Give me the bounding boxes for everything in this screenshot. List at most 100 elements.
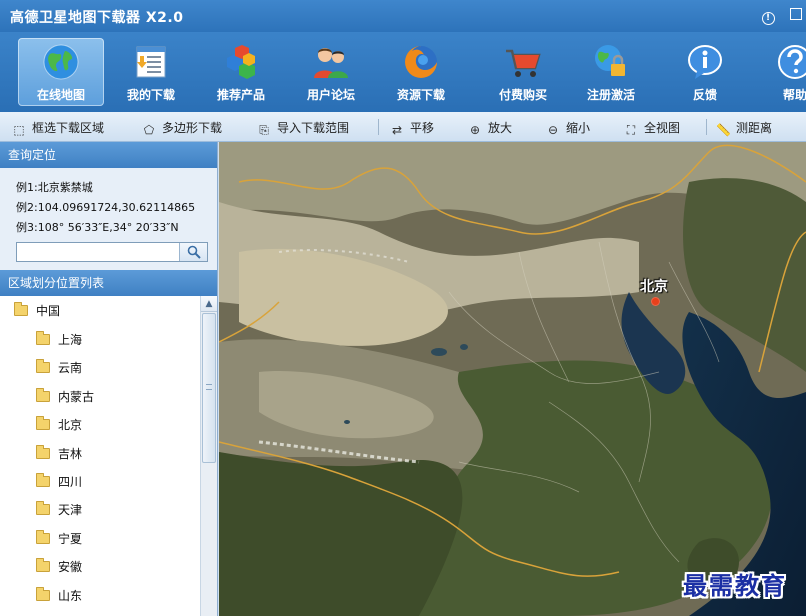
tool-label: 多边形下载 — [162, 121, 223, 135]
tree-node[interactable]: 上海 — [36, 329, 82, 351]
nav-recommended[interactable]: 推荐产品 — [198, 38, 284, 106]
tree-label: 天津 — [58, 503, 83, 517]
ruler-icon: 📏 — [716, 123, 731, 137]
query-header: 查询定位 — [0, 142, 217, 168]
nav-label: 帮助 — [782, 88, 806, 102]
users-icon — [314, 48, 348, 78]
zoom-in-icon: ⊕ — [469, 123, 481, 137]
nav-help[interactable]: 帮助 — [752, 38, 806, 106]
tree-label: 内蒙古 — [58, 390, 95, 404]
window-icon — [790, 8, 802, 20]
tree-label: 安徽 — [58, 560, 83, 574]
grip-icon — [206, 384, 212, 390]
nav-label: 推荐产品 — [216, 88, 265, 102]
shopping-cart-icon — [506, 49, 541, 77]
nav-label: 用户论坛 — [306, 88, 355, 102]
tree-node-root[interactable]: 中国 — [14, 300, 60, 322]
query-section: 例1:北京紫禁城 例2:104.09691724,30.62114865 例3:… — [0, 168, 217, 270]
tree-node[interactable]: 天津 — [36, 499, 82, 521]
tree-node[interactable]: 四川 — [36, 471, 82, 493]
app-title: 高德卫星地图下载器 X2.0 — [10, 10, 184, 26]
tree-label: 云南 — [58, 361, 83, 375]
satellite-map[interactable]: 北京 最需教育 — [219, 142, 806, 616]
globe-lock-icon — [595, 45, 625, 76]
folder-icon — [14, 302, 28, 316]
query-example-3: 例3:108° 56′33″E,34° 20′33″N — [16, 221, 179, 234]
folder-icon — [36, 331, 50, 345]
toolbar-divider — [378, 119, 379, 135]
tree-node[interactable]: 吉林 — [36, 443, 82, 465]
tree-node[interactable]: 内蒙古 — [36, 386, 94, 408]
tree-label: 宁夏 — [58, 532, 83, 546]
folder-icon — [36, 388, 50, 402]
tree-node[interactable]: 安徽 — [36, 556, 82, 578]
help-icon — [778, 45, 806, 79]
tree-scrollbar[interactable]: ▲ — [200, 296, 217, 616]
tree-label: 山东 — [58, 589, 83, 603]
folder-icon — [36, 501, 50, 515]
about-button[interactable]: ! — [758, 6, 778, 26]
folder-icon — [36, 473, 50, 487]
tree-label: 上海 — [58, 333, 83, 347]
info-icon: ! — [761, 12, 775, 25]
tool-label: 测距离 — [736, 121, 773, 135]
tree-node[interactable]: 山东 — [36, 585, 82, 607]
region-header: 区域划分位置列表 — [0, 270, 217, 296]
zoom-out-tool[interactable]: ⊖ 缩小 — [546, 119, 590, 137]
folder-icon — [36, 558, 50, 572]
city-label-beijing: 北京 — [640, 279, 668, 295]
tree-label: 吉林 — [58, 447, 83, 461]
watermark: 最需教育 — [683, 571, 787, 600]
scroll-thumb[interactable] — [202, 313, 216, 463]
nav-feedback[interactable]: 反馈 — [662, 38, 748, 106]
import-range-tool[interactable]: ⎘ 导入下载范围 — [257, 119, 349, 137]
tree-node[interactable]: 宁夏 — [36, 528, 82, 550]
nav-label: 资源下载 — [396, 88, 445, 102]
title-bar: 高德卫星地图下载器 X2.0 ! — [0, 0, 806, 32]
folder-icon — [36, 416, 50, 430]
tool-label: 全视图 — [644, 121, 681, 135]
import-icon: ⎘ — [259, 123, 269, 137]
search-input[interactable] — [17, 243, 177, 261]
tree-node[interactable]: 北京 — [36, 414, 82, 436]
nav-label: 付费购买 — [498, 88, 547, 102]
globe-icon — [43, 44, 79, 80]
nav-my-downloads[interactable]: 我的下载 — [108, 38, 194, 106]
info-bubble-icon — [688, 45, 722, 79]
nav-forum[interactable]: 用户论坛 — [288, 38, 374, 106]
zoom-in-tool[interactable]: ⊕ 放大 — [468, 119, 513, 137]
measure-tool[interactable]: 📏 测距离 — [716, 119, 773, 137]
nav-label: 反馈 — [692, 88, 717, 102]
search-box — [16, 242, 208, 262]
pan-icon: ⇄ — [391, 123, 403, 137]
location-marker[interactable] — [651, 297, 660, 306]
polygon-tool[interactable]: ⬠ 多边形下载 — [142, 119, 223, 137]
search-icon — [187, 245, 201, 259]
rect-select-tool[interactable]: ⬚ 框选下载区域 — [12, 119, 104, 137]
map-toolbar: ⬚ 框选下载区域 ⬠ 多边形下载 ⎘ 导入下载范围 ⇄ 平移 ⊕ 放大 ⊖ 缩小 ⛶ 全视图 … — [0, 112, 806, 142]
nav-register[interactable]: 注册激活 — [568, 38, 654, 106]
nav-label: 注册激活 — [586, 88, 635, 102]
nav-online-map[interactable]: 在线地图 — [18, 38, 104, 106]
tool-label: 平移 — [410, 121, 435, 135]
region-tree: 中国 上海 云南 内蒙古 北京 吉林 四川 天津 宁夏 安徽 山东 ▲ — [0, 296, 217, 616]
pan-tool[interactable]: ⇄ 平移 — [390, 119, 435, 137]
folder-icon — [36, 445, 50, 459]
rect-select-icon: ⬚ — [13, 123, 25, 137]
folder-icon — [36, 359, 50, 373]
minimize-button[interactable] — [786, 6, 806, 26]
firefox-globe-icon — [405, 46, 437, 78]
nav-resources[interactable]: 资源下载 — [378, 38, 464, 106]
nav-purchase[interactable]: 付费购买 — [480, 38, 566, 106]
download-list-icon — [136, 46, 166, 78]
scroll-up-button[interactable]: ▲ — [201, 296, 217, 312]
left-panel: 查询定位 例1:北京紫禁城 例2:104.09691724,30.6211486… — [0, 142, 218, 616]
zoom-out-icon: ⊖ — [547, 123, 559, 137]
folder-icon — [36, 530, 50, 544]
search-button[interactable] — [179, 243, 207, 261]
tree-node[interactable]: 云南 — [36, 357, 82, 379]
cubes-icon — [227, 45, 255, 79]
tool-label: 放大 — [488, 121, 513, 135]
folder-icon — [36, 587, 50, 601]
full-view-tool[interactable]: ⛶ 全视图 — [624, 119, 681, 137]
